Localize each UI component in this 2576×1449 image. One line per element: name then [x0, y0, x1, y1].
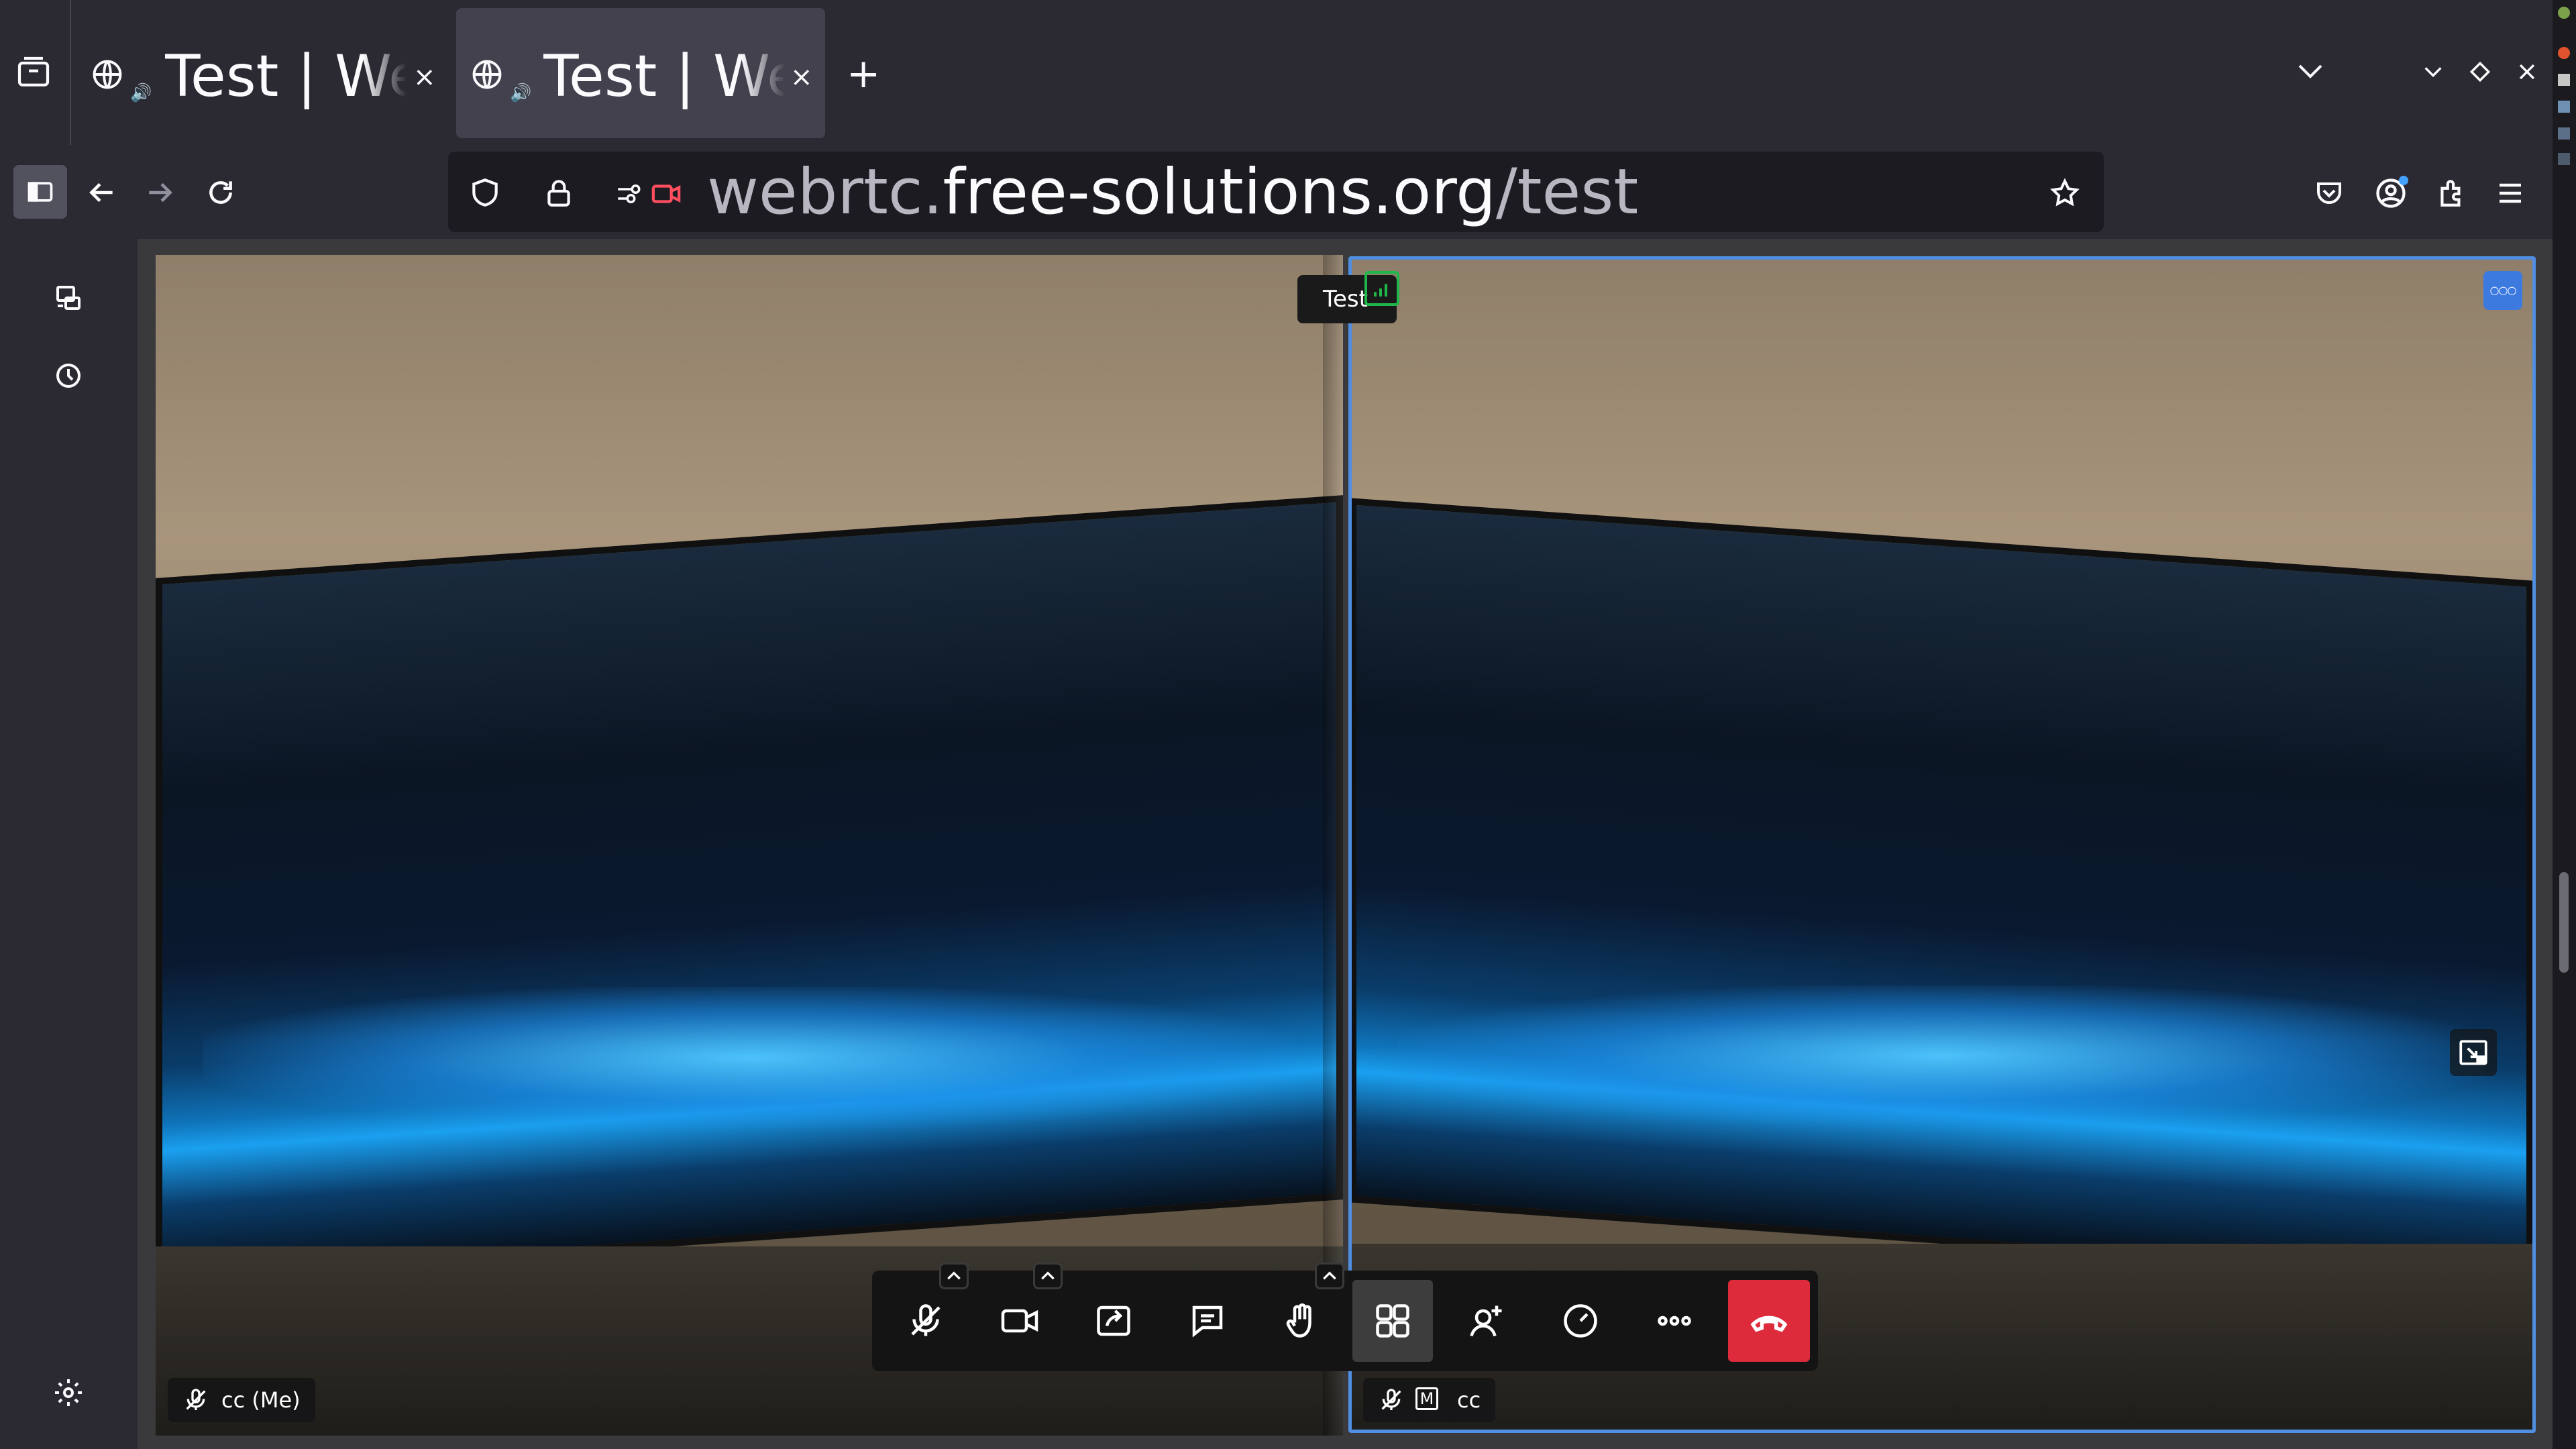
local-video-tile[interactable] — [156, 255, 1343, 1436]
camera-sharing-icon[interactable] — [651, 178, 682, 209]
mic-muted-icon — [186, 1389, 206, 1410]
browser-sidebar — [0, 239, 138, 1449]
tray-app-indicator[interactable] — [2558, 74, 2570, 86]
more-icon — [1658, 1316, 1691, 1326]
tab-title: Test | We — [165, 43, 407, 110]
tray-app-indicator[interactable] — [2558, 7, 2570, 19]
lock-icon[interactable] — [542, 176, 576, 209]
forward-arrow-icon[interactable] — [144, 176, 177, 209]
back-arrow-icon[interactable] — [85, 176, 118, 209]
extensions-icon[interactable] — [2435, 176, 2469, 209]
menu-icon[interactable] — [2494, 177, 2526, 209]
scrollbar-thumb[interactable] — [2559, 872, 2569, 973]
tray-app-indicator[interactable] — [2558, 127, 2570, 140]
system-tray-strip — [2553, 0, 2576, 1449]
tab-strip-divider — [70, 0, 71, 145]
close-window-icon[interactable] — [2516, 60, 2538, 83]
local-participant-name: cc (Me) — [221, 1387, 301, 1413]
globe-icon — [472, 60, 502, 89]
raise-hand-icon — [1286, 1303, 1311, 1338]
audio-settings-toggle[interactable] — [939, 1263, 969, 1289]
chevron-up-icon — [1041, 1271, 1055, 1280]
signal-icon — [1374, 284, 1387, 297]
pin-tile-button[interactable] — [2450, 1029, 2497, 1076]
screen-share-icon — [1097, 1305, 1130, 1336]
chevron-up-icon — [1323, 1271, 1336, 1280]
account-button[interactable] — [2373, 176, 2408, 211]
tab-close-button[interactable]: × — [413, 62, 436, 93]
permissions-icon[interactable] — [614, 180, 643, 208]
connection-indicator[interactable] — [1364, 271, 1399, 306]
url-path: /test — [1495, 156, 1639, 229]
history-icon[interactable] — [52, 360, 85, 392]
url-text[interactable]: webrtc.free-solutions.org/test — [707, 156, 1638, 229]
tile-view-button[interactable] — [1352, 1280, 1433, 1362]
tab-strip: 🔊 Test | We × 🔊 Test | We × + — [0, 0, 2553, 145]
tray-app-indicator[interactable] — [2558, 47, 2570, 59]
moderator-badge: M — [1415, 1387, 1438, 1410]
mute-microphone-button[interactable] — [885, 1280, 966, 1362]
reload-icon[interactable] — [204, 176, 237, 209]
chevron-down-icon[interactable] — [2294, 58, 2326, 85]
screen-share-button[interactable] — [1073, 1280, 1154, 1362]
tile-view-icon — [1376, 1304, 1409, 1338]
room-name: Test — [1323, 286, 1368, 313]
more-actions-button[interactable] — [1634, 1280, 1715, 1362]
picture-in-picture-icon — [2459, 1040, 2487, 1065]
new-tab-button[interactable]: + — [847, 47, 880, 101]
synced-tabs-icon[interactable] — [52, 282, 85, 314]
tray-app-indicator[interactable] — [2558, 153, 2570, 165]
mic-muted-icon — [1381, 1389, 1401, 1410]
settings-icon[interactable] — [52, 1377, 85, 1409]
chat-icon — [1192, 1305, 1223, 1338]
performance-settings-button[interactable] — [1540, 1280, 1621, 1362]
browser-tab-active[interactable]: 🔊 Test | We × — [456, 8, 825, 138]
camera-icon — [1001, 1309, 1038, 1333]
browser-tab[interactable]: 🔊 Test | We × — [80, 8, 443, 138]
star-icon[interactable] — [2049, 177, 2081, 209]
meeting-toolbar — [872, 1263, 1818, 1371]
shield-icon[interactable] — [468, 176, 502, 209]
sidebar-toggle-button[interactable] — [13, 165, 67, 219]
restore-window-icon[interactable] — [2469, 60, 2491, 83]
url-domain: free-solutions.org — [943, 156, 1496, 229]
video-settings-toggle[interactable] — [1033, 1263, 1063, 1289]
tab-title: Test | We — [543, 43, 785, 110]
pocket-icon[interactable] — [2313, 177, 2345, 209]
tray-app-indicator[interactable] — [2558, 101, 2570, 113]
raise-hand-button[interactable] — [1261, 1280, 1342, 1362]
local-participant-label: cc (Me) — [168, 1378, 315, 1422]
leave-meeting-button[interactable] — [1728, 1280, 1810, 1362]
mic-muted-icon — [911, 1304, 941, 1336]
performance-icon — [1564, 1304, 1597, 1338]
reactions-toggle[interactable] — [1315, 1263, 1344, 1289]
invite-people-button[interactable] — [1446, 1280, 1527, 1362]
account-notification-dot — [2399, 176, 2408, 185]
tab-close-button[interactable]: × — [790, 62, 813, 93]
minimize-window-icon[interactable] — [2422, 60, 2445, 83]
remote-participant-label: M cc — [1363, 1378, 1496, 1422]
hangup-icon — [1750, 1316, 1788, 1332]
tab-overview-icon — [17, 56, 50, 87]
camera-button[interactable] — [979, 1280, 1060, 1362]
remote-video-options-button[interactable]: ○○○ — [2483, 271, 2522, 310]
more-options-icon: ○○○ — [2489, 284, 2517, 297]
globe-icon — [93, 60, 122, 89]
url-prefix: webrtc. — [707, 156, 943, 229]
tab-overview-button[interactable] — [15, 54, 52, 91]
invite-icon — [1470, 1305, 1502, 1337]
remote-participant-name: cc — [1457, 1387, 1481, 1413]
speaker-icon[interactable]: 🔊 — [510, 83, 531, 103]
video-frame-monitor — [156, 495, 1343, 1283]
active-speaker-outline — [1348, 256, 2536, 1433]
chevron-up-icon — [947, 1271, 961, 1280]
chat-button[interactable] — [1167, 1280, 1248, 1362]
sidebar-toggle-icon — [28, 182, 53, 202]
speaker-icon[interactable]: 🔊 — [130, 83, 152, 103]
